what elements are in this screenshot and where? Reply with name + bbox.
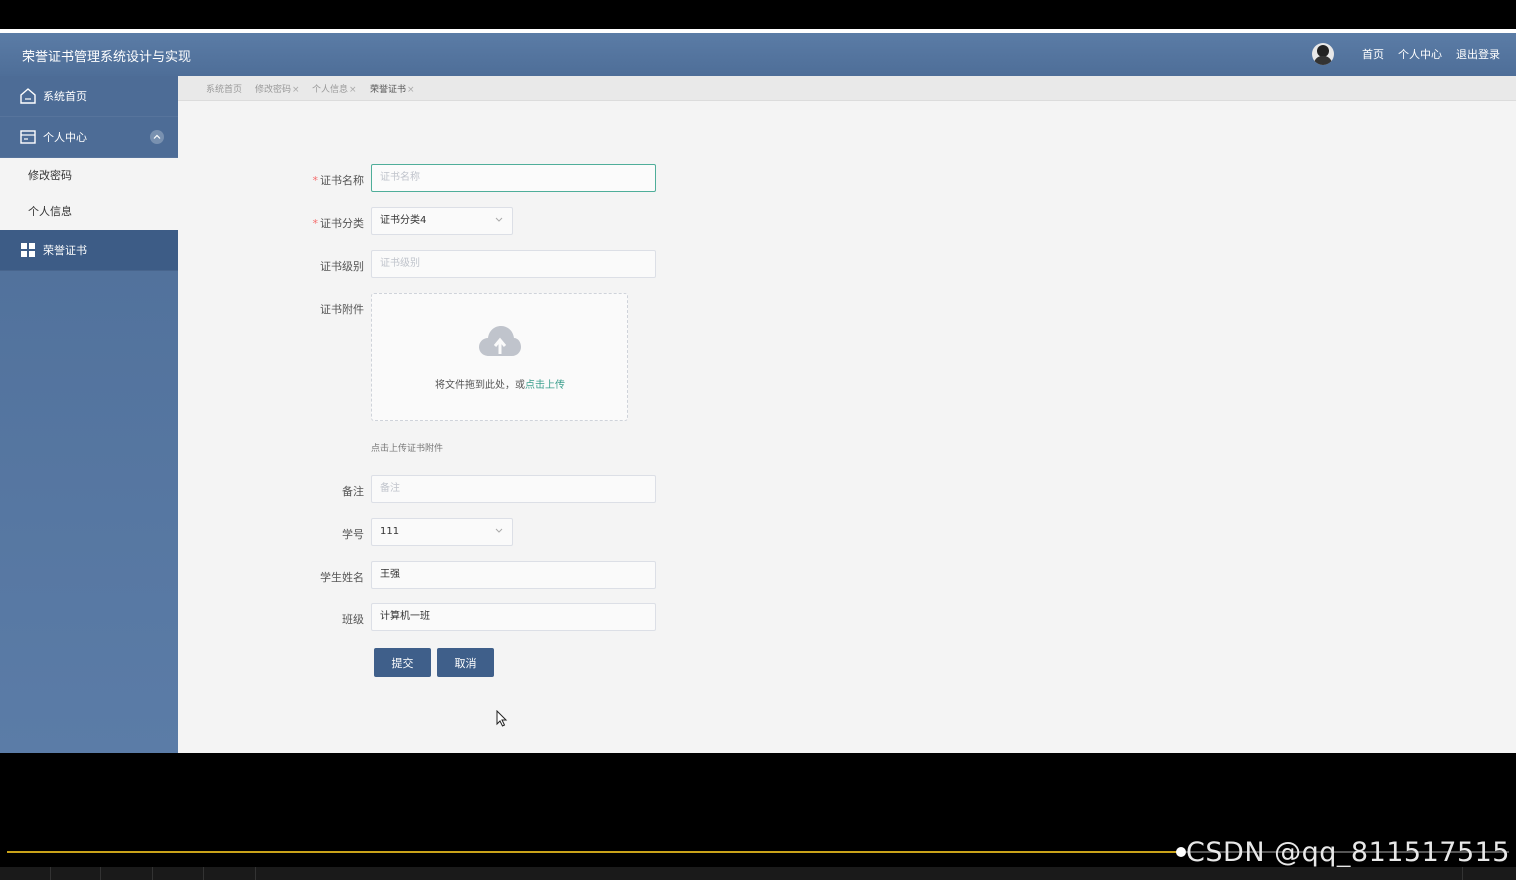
chevron-down-icon xyxy=(495,217,503,222)
select-value: 证书分类4 xyxy=(380,215,427,226)
sidebar-item-personal-center[interactable]: 个人中心 xyxy=(0,117,178,158)
cert-category-label: * 证书分类 xyxy=(294,215,365,231)
progress-played[interactable] xyxy=(7,851,1179,853)
grid-icon xyxy=(18,240,38,260)
control-segment[interactable] xyxy=(152,867,204,880)
class-input[interactable]: 计算机一班 xyxy=(371,603,656,631)
class-label: 班级 xyxy=(342,613,364,626)
main-content: * 证书名称 证书名称 * 证书分类 证书分类4 证书级别 证书级别 证书附件 将文… xyxy=(178,101,1516,753)
avatar[interactable] xyxy=(1312,43,1334,65)
cert-name-input[interactable]: 证书名称 xyxy=(371,164,656,192)
app-window: 荣誉证书管理系统设计与实现 首页 个人中心 退出登录 系统首页 个人中心 修改密… xyxy=(0,33,1516,753)
app-title: 荣誉证书管理系统设计与实现 xyxy=(22,50,192,65)
close-icon[interactable]: × xyxy=(407,85,415,95)
home-icon xyxy=(18,86,38,106)
sidebar-item-label: 荣誉证书 xyxy=(43,244,87,257)
tab-label: 修改密码 xyxy=(255,85,292,95)
control-segment[interactable] xyxy=(1410,867,1463,880)
tab-change-password[interactable]: 修改密码× xyxy=(255,82,300,95)
header-nav: 首页 个人中心 退出登录 xyxy=(1312,43,1500,65)
nav-home-link[interactable]: 首页 xyxy=(1362,46,1384,62)
upload-dropzone[interactable]: 将文件拖到此处，或点击上传 xyxy=(371,293,628,421)
remark-input[interactable]: 备注 xyxy=(371,475,656,503)
tab-label: 个人信息 xyxy=(312,85,349,95)
cert-level-input[interactable]: 证书级别 xyxy=(371,250,656,278)
chevron-up-icon[interactable] xyxy=(150,130,164,144)
control-segment[interactable] xyxy=(100,867,153,880)
control-segment[interactable] xyxy=(50,867,101,880)
select-value: 111 xyxy=(380,526,400,537)
mouse-pointer-icon xyxy=(496,710,508,727)
placeholder-text: 备注 xyxy=(380,483,400,494)
chevron-down-icon xyxy=(495,528,503,533)
upload-tip: 点击上传证书附件 xyxy=(371,444,444,454)
sidebar: 系统首页 个人中心 修改密码 个人信息 荣誉证书 xyxy=(0,76,178,753)
upload-link[interactable]: 点击上传 xyxy=(525,380,565,391)
tab-honor-certificate[interactable]: 荣誉证书× xyxy=(370,82,415,95)
nav-logout-link[interactable]: 退出登录 xyxy=(1456,46,1500,62)
sidebar-item-label: 系统首页 xyxy=(43,90,87,103)
tabs-bar: 系统首页 修改密码× 个人信息× 荣誉证书× xyxy=(178,76,1516,101)
header-bar: 荣誉证书管理系统设计与实现 首页 个人中心 退出登录 xyxy=(0,33,1516,76)
label-text: 证书名称 xyxy=(320,174,364,187)
sidebar-subitem-change-password[interactable]: 修改密码 xyxy=(0,158,178,194)
tab-label: 系统首页 xyxy=(206,85,243,95)
progress-handle[interactable] xyxy=(1176,847,1186,857)
student-name-input[interactable]: 王强 xyxy=(371,561,656,589)
sidebar-item-home[interactable]: 系统首页 xyxy=(0,76,178,117)
input-value: 王强 xyxy=(380,569,400,580)
cert-level-label: 证书级别 xyxy=(320,260,364,273)
upload-hint-text: 将文件拖到此处，或 xyxy=(435,380,525,391)
submit-button[interactable]: 提交 xyxy=(374,648,431,677)
control-segment[interactable] xyxy=(0,867,51,880)
control-segment[interactable] xyxy=(203,867,256,880)
watermark: CSDN @qq_811517515 xyxy=(1186,837,1510,868)
nav-personal-center-link[interactable]: 个人中心 xyxy=(1398,46,1442,62)
close-icon[interactable]: × xyxy=(292,85,300,95)
remark-label: 备注 xyxy=(342,485,364,498)
tab-label: 荣誉证书 xyxy=(370,85,407,95)
player-controls xyxy=(0,867,1516,880)
tab-home[interactable]: 系统首页 xyxy=(206,82,242,95)
student-no-label: 学号 xyxy=(342,528,364,541)
cert-name-label: * 证书名称 xyxy=(294,172,365,188)
required-mark: * xyxy=(312,217,319,230)
tab-personal-info[interactable]: 个人信息× xyxy=(312,82,357,95)
required-mark: * xyxy=(312,174,319,187)
sidebar-item-label: 个人中心 xyxy=(43,131,87,144)
placeholder-text: 证书级别 xyxy=(380,258,420,269)
placeholder-text: 证书名称 xyxy=(380,172,420,183)
student-name-label: 学生姓名 xyxy=(320,571,364,584)
upload-hint: 将文件拖到此处，或点击上传 xyxy=(372,376,628,391)
cloud-upload-icon xyxy=(479,326,521,356)
label-text: 证书分类 xyxy=(320,217,364,230)
student-no-select[interactable]: 111 xyxy=(371,518,513,546)
cert-attachment-label: 证书附件 xyxy=(320,303,364,316)
input-value: 计算机一班 xyxy=(380,611,430,622)
cancel-button[interactable]: 取消 xyxy=(437,648,494,677)
sidebar-item-honor-certificate[interactable]: 荣誉证书 xyxy=(0,230,178,271)
video-player-bar: CSDN @qq_811517515 xyxy=(0,753,1516,880)
close-icon[interactable]: × xyxy=(349,85,357,95)
cert-category-select[interactable]: 证书分类4 xyxy=(371,207,513,235)
sidebar-subitem-personal-info[interactable]: 个人信息 xyxy=(0,194,178,230)
card-icon xyxy=(18,127,38,147)
